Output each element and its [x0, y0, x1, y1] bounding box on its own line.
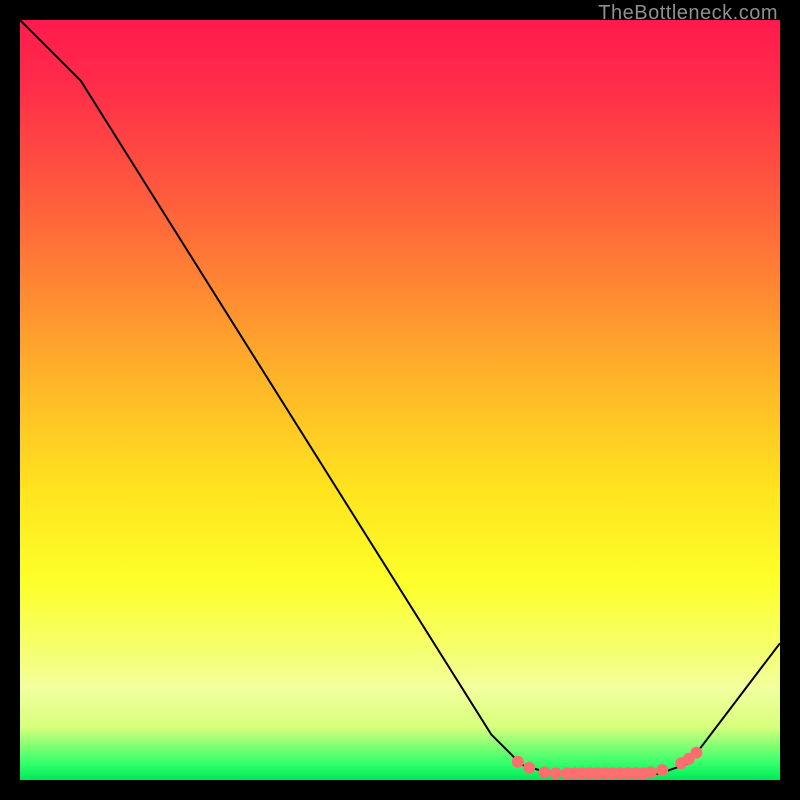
data-marker [538, 766, 550, 778]
data-marker [523, 762, 535, 774]
data-marker [690, 747, 702, 759]
plot-area [20, 20, 780, 780]
data-marker [550, 767, 562, 779]
chart-svg [20, 20, 780, 780]
chart-frame: TheBottleneck.com [0, 0, 800, 800]
data-marker [512, 756, 524, 768]
data-marker [656, 764, 668, 776]
bottleneck-curve [20, 20, 780, 774]
data-marker [645, 766, 657, 778]
